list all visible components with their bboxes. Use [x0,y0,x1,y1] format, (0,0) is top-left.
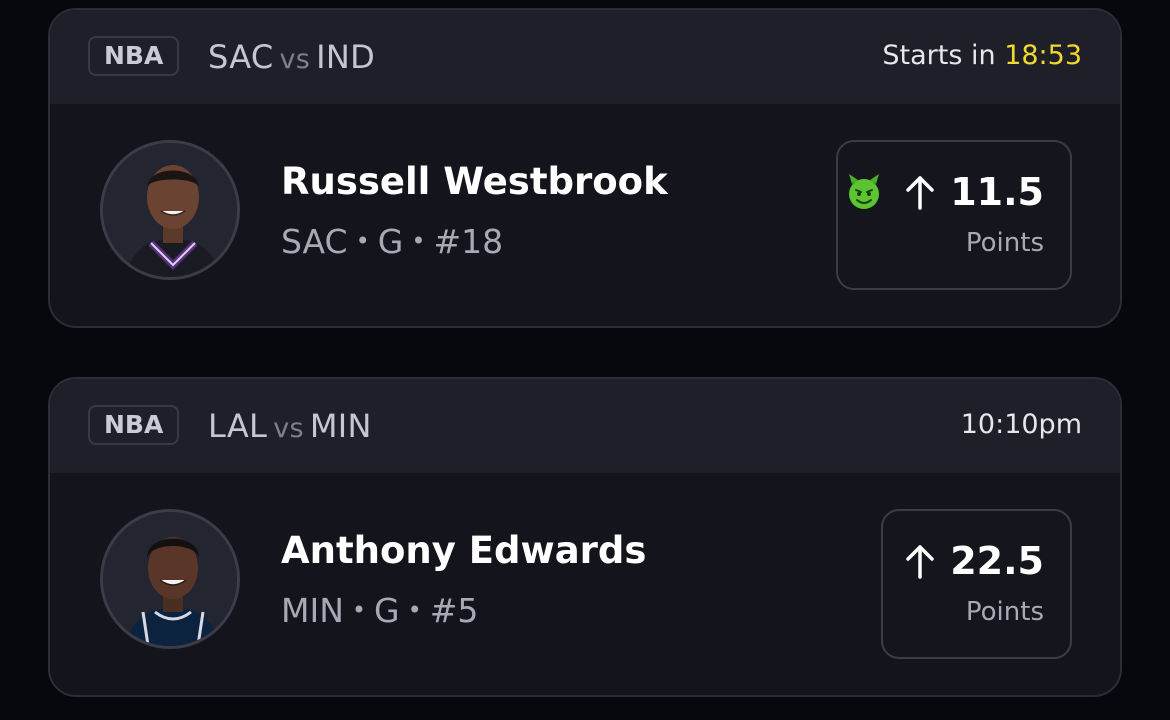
player-position: G [374,591,400,630]
pick-line: 11.5 [844,170,1044,214]
player-meta: SAC • G • #18 [281,222,503,261]
matchup: SAC vs IND [208,38,375,76]
player-team: MIN [281,591,344,630]
player-headshot-icon [103,143,237,277]
pick-card[interactable]: NBA SAC vs IND Starts in 18:53 Russell Wes… [48,8,1122,328]
pick-stat-label: Points [965,228,1044,258]
separator-dot: • [355,227,370,255]
player-number: #5 [429,591,479,630]
league-badge: NBA [88,36,180,76]
player-position: G [377,222,404,261]
pick-card[interactable]: NBA LAL vs MIN 10:10pm Anthony Edwards MIN… [48,377,1122,697]
game-start-time: 10:10pm [961,409,1082,440]
matchup: LAL vs MIN [208,407,372,445]
player-row: Russell Westbrook SAC • G • #18 11.5 Poi… [50,104,1120,326]
player-name: Anthony Edwards [281,529,647,572]
team-b: MIN [309,407,372,445]
game-header: NBA LAL vs MIN 10:10pm [50,379,1120,473]
game-time: 10:10pm [960,409,1082,440]
pick-stat-label: Points [965,597,1044,627]
separator-dot: • [407,596,422,624]
projection-button[interactable]: 22.5 Points [881,509,1072,659]
up-arrow-icon [906,545,934,579]
separator-dot: • [411,227,426,255]
pick-value: 11.5 [950,170,1044,214]
player-avatar [100,509,240,649]
team-b: IND [316,38,376,76]
game-start-time: Starts in 18:53 [882,40,1082,71]
player-row: Anthony Edwards MIN • G • #5 22.5 Points [50,473,1120,695]
green-devil-emoji-icon [849,174,880,209]
vs-label: vs [273,413,304,444]
countdown-timer: 18:53 [1004,40,1082,71]
player-name: Russell Westbrook [281,160,668,203]
game-header: NBA SAC vs IND Starts in 18:53 [50,10,1120,104]
player-avatar [100,140,240,280]
vs-label: vs [279,44,311,75]
player-meta: MIN • G • #5 [281,591,478,630]
team-a: SAC [208,38,274,76]
separator-dot: • [351,596,367,624]
start-time-prefix: Starts in [882,40,1005,71]
team-a: LAL [208,407,268,445]
player-team: SAC [281,222,348,261]
league-badge: NBA [88,405,180,445]
player-number: #18 [433,222,504,261]
up-arrow-icon [906,176,934,210]
projection-button[interactable]: 11.5 Points [836,140,1072,290]
pick-line: 22.5 [904,539,1044,583]
player-headshot-icon [103,512,237,646]
pick-value: 22.5 [950,539,1044,583]
